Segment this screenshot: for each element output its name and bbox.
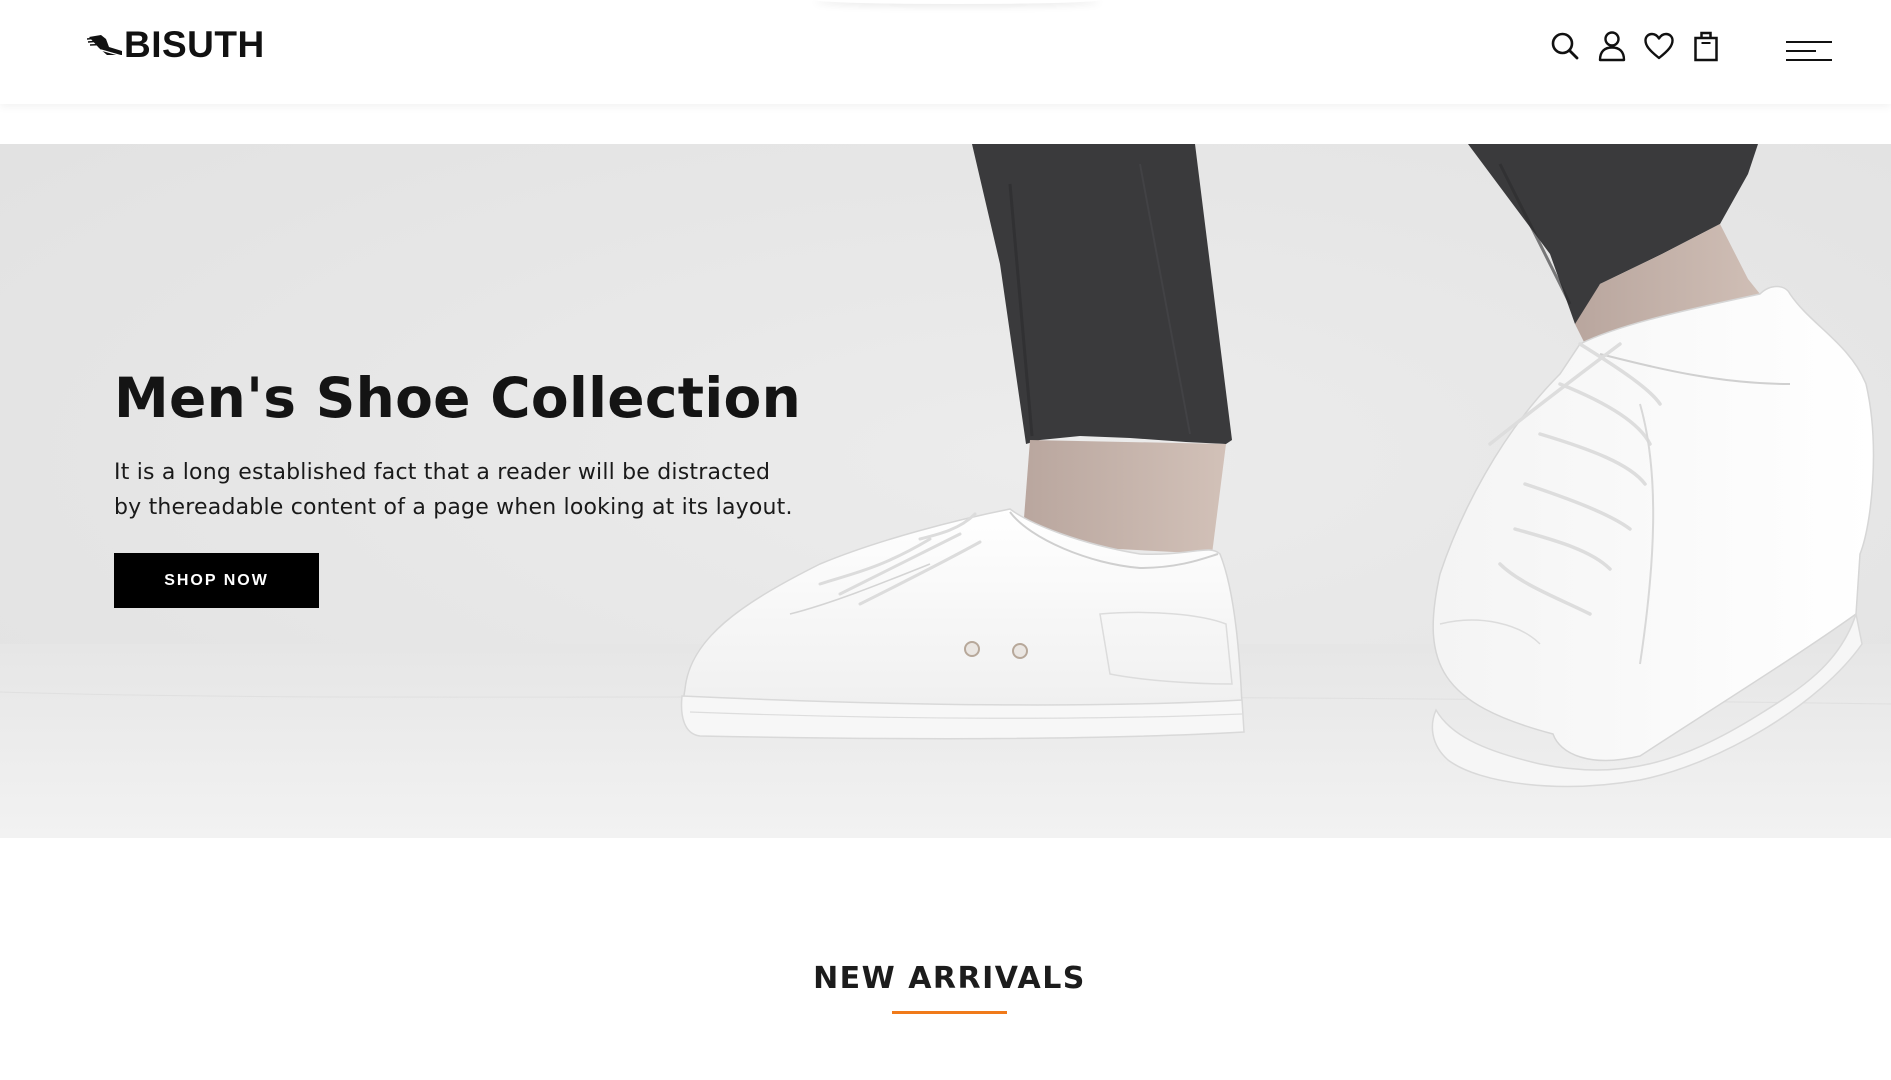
brand-logo[interactable]: BISUTH xyxy=(87,22,265,68)
search-icon[interactable] xyxy=(1549,30,1581,62)
site-header: BISUTH xyxy=(0,0,1891,104)
brand-name: BISUTH xyxy=(124,24,265,65)
header-shadow-decoration xyxy=(815,0,1100,4)
hero-description: It is a long established fact that a rea… xyxy=(114,460,793,520)
hero-title: Men's Shoe Collection xyxy=(114,366,802,430)
hero-banner: Men's Shoe Collection It is a long estab… xyxy=(0,144,1891,838)
new-arrivals-heading: NEW ARRIVALS xyxy=(813,961,1086,996)
shopping-bag-icon[interactable] xyxy=(1690,30,1722,62)
shop-now-button[interactable]: SHOP NOW xyxy=(114,553,319,608)
user-icon[interactable] xyxy=(1596,30,1628,62)
menu-icon[interactable] xyxy=(1786,40,1832,64)
heading-underline xyxy=(892,1011,1007,1014)
winged-shoe-icon xyxy=(87,35,123,57)
heart-icon[interactable] xyxy=(1643,30,1675,62)
header-actions xyxy=(1549,30,1737,62)
